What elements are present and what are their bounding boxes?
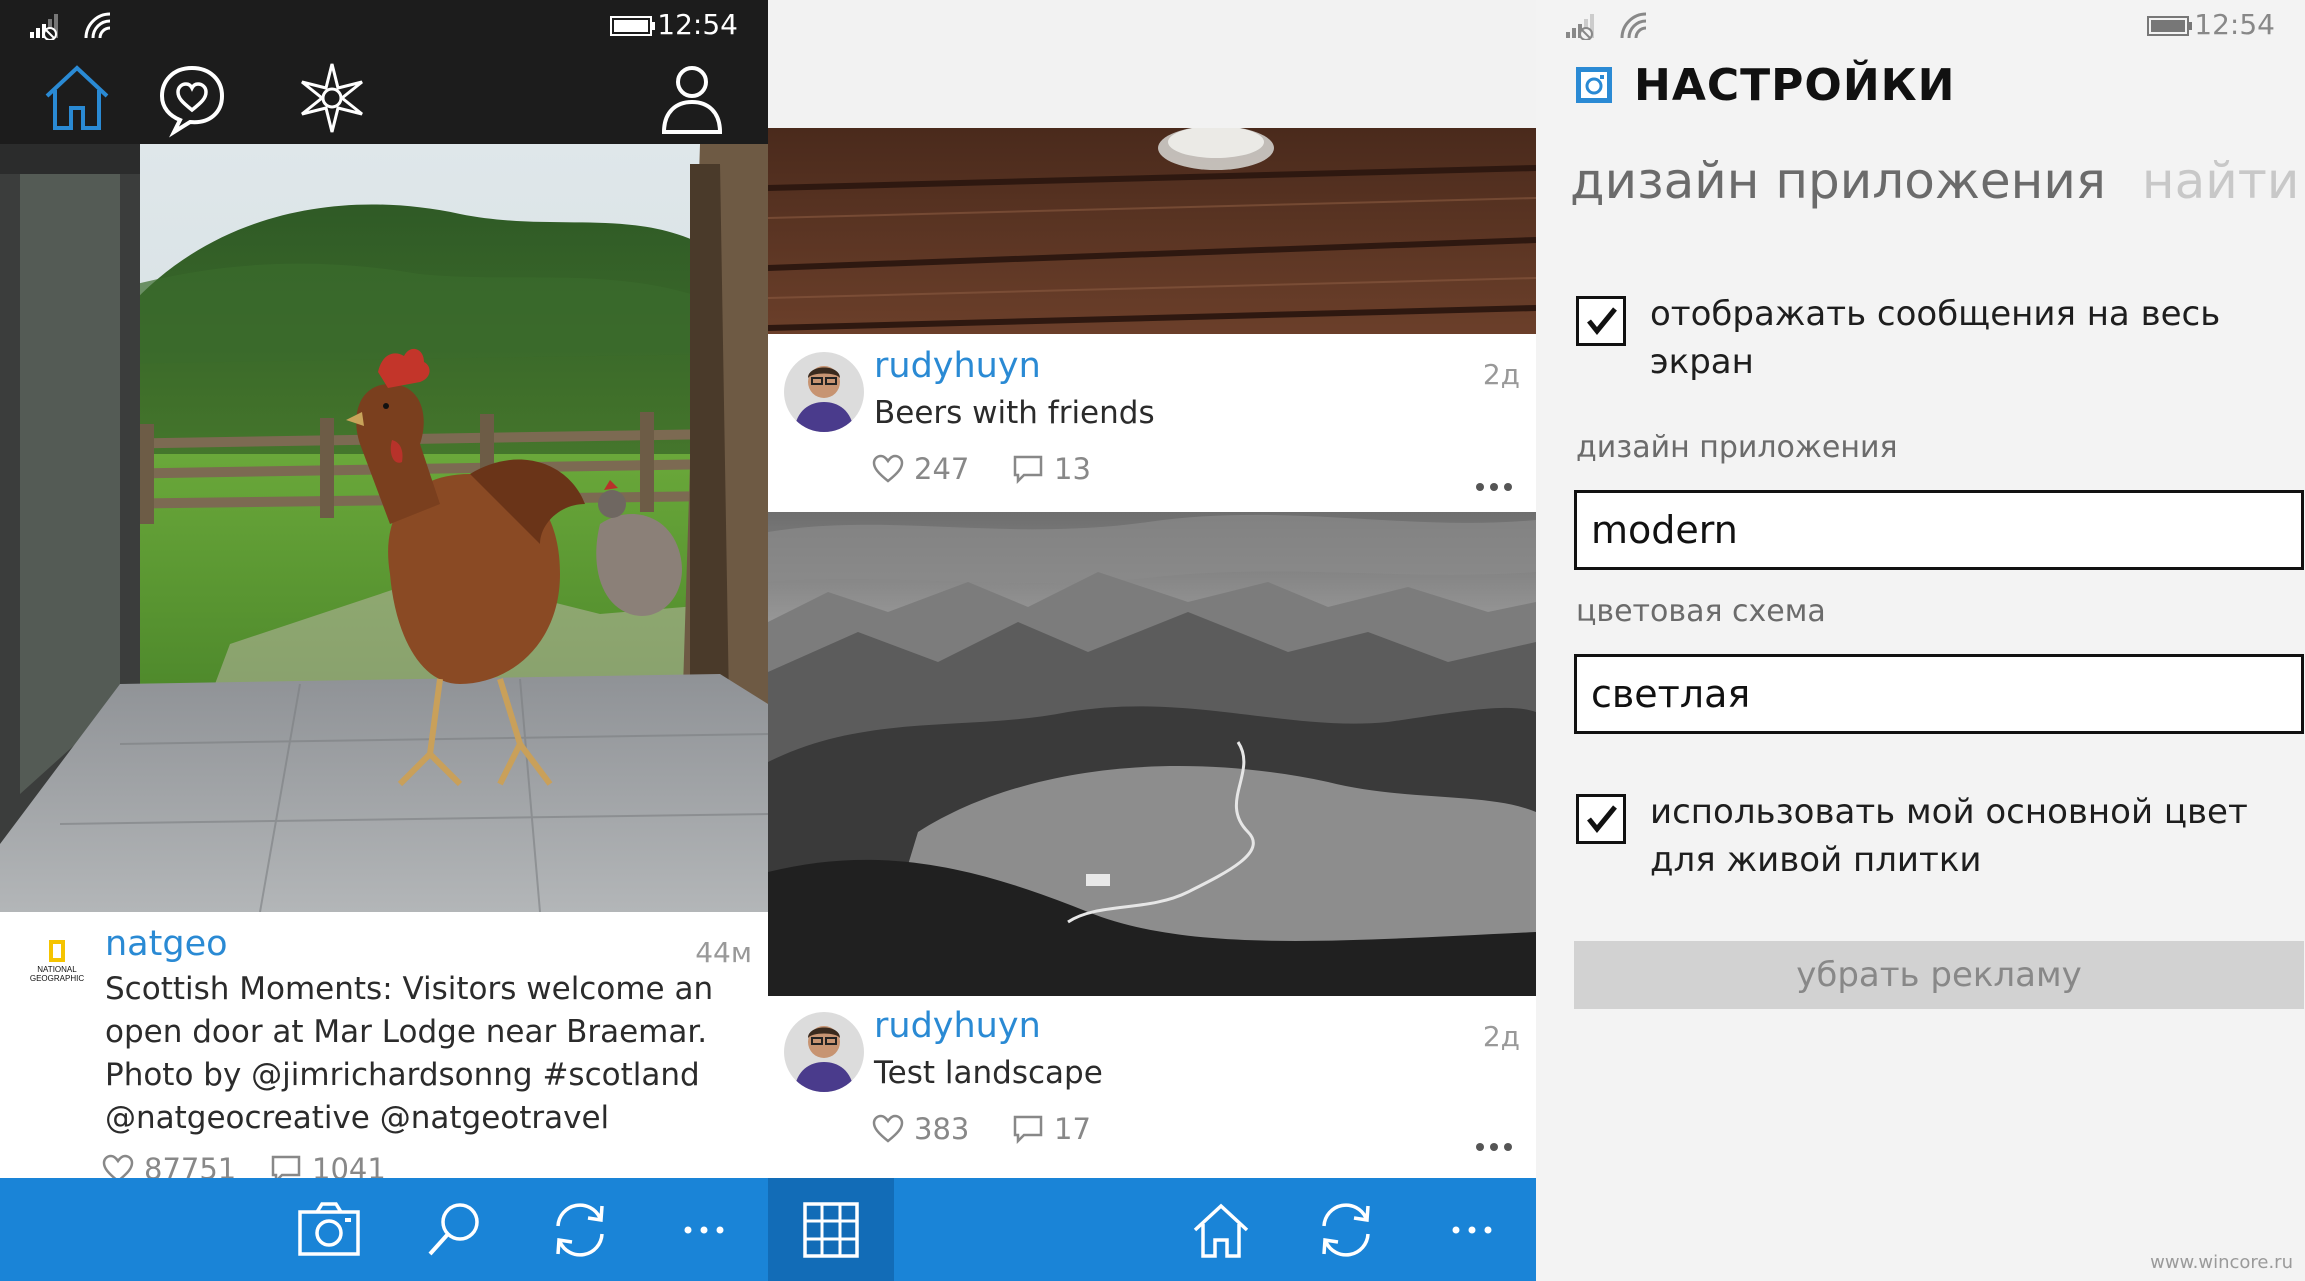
page-title: НАСТРОЙКИ (1634, 59, 1956, 111)
color-scheme-select[interactable]: светлая (1574, 654, 2304, 734)
post-details-1: rudyhuyn 2д Beers with friends 247 13 (768, 334, 1536, 512)
watermark: www.wincore.ru (2150, 1252, 2293, 1273)
like-count[interactable]: 383 (872, 1112, 969, 1146)
like-count-value: 247 (914, 452, 970, 486)
post-photo-landscape[interactable] (768, 512, 1536, 996)
comment-icon (1013, 1115, 1043, 1144)
app-design-select[interactable]: modern (1574, 490, 2304, 570)
post-photo-beers[interactable] (768, 128, 1536, 334)
header-spacer (768, 0, 1536, 128)
signal-icon (1566, 14, 1594, 40)
comment-count-value: 17 (1054, 1112, 1091, 1146)
home-icon (45, 65, 109, 130)
wifi-icon (1620, 12, 1647, 39)
explore-compass-icon (301, 63, 363, 133)
natgeo-avatar[interactable]: NATIONAL GEOGRAPHIC (22, 940, 92, 1000)
checkmark-icon (1587, 307, 1617, 335)
post-photo[interactable] (0, 144, 768, 912)
caption-line-4[interactable]: @natgeocreative @natgeotravel (105, 1097, 755, 1140)
camera-icon (298, 1202, 360, 1256)
app-bar (768, 1178, 1536, 1281)
grid-feed-screen: rudyhuyn 2д Beers with friends 247 13 ru… (768, 0, 1536, 1281)
natgeo-logo-text: NATIONAL GEOGRAPHIC (29, 965, 85, 983)
feed-screen: 12:54 NATIONAL GEOGRAPHIC natgeo 44м Sco… (0, 0, 768, 1281)
settings-header: НАСТРОЙКИ (1574, 59, 1956, 111)
pivot-tab-next[interactable]: найти др (2142, 152, 2305, 210)
post-caption: Test landscape (874, 1055, 1103, 1091)
refresh-button[interactable] (1308, 1192, 1384, 1268)
heart-icon (872, 454, 904, 483)
wifi-icon (84, 12, 111, 39)
app-bar (0, 1178, 768, 1281)
battery-icon (2147, 16, 2192, 36)
like-count-value: 383 (914, 1112, 970, 1146)
camera-button[interactable] (291, 1192, 367, 1268)
search-button[interactable] (416, 1192, 492, 1268)
more-button[interactable] (666, 1192, 742, 1268)
checkmark-icon (1587, 805, 1617, 833)
clock: 12:54 (2194, 8, 2275, 41)
caption-line-1: Scottish Moments: Visitors welcome an (105, 971, 714, 1007)
status-bar: 12:54 (0, 0, 768, 50)
live-tile-color-option[interactable]: использовать мой основной цвет для живой… (1576, 788, 2275, 884)
post-time: 2д (1482, 358, 1520, 391)
home-icon (1193, 1203, 1249, 1258)
caption-line-3[interactable]: Photo by @jimrichardsonng #scotland (105, 1054, 755, 1097)
post-time: 44м (695, 936, 752, 969)
clock: 12:54 (657, 8, 738, 41)
battery-icon (610, 16, 655, 36)
nav-home[interactable] (37, 58, 117, 138)
more-icon (1452, 1226, 1492, 1234)
app-design-label: дизайн приложения (1576, 430, 1898, 465)
status-bar: 12:54 (1536, 0, 2305, 50)
refresh-icon (556, 1203, 604, 1257)
like-count[interactable]: 247 (872, 452, 969, 486)
nav-explore[interactable] (292, 58, 372, 138)
home-button[interactable] (1183, 1192, 1259, 1268)
search-icon (428, 1203, 479, 1256)
nav-profile[interactable] (652, 58, 732, 138)
signal-icon (30, 14, 58, 40)
avatar[interactable] (784, 1012, 864, 1092)
comment-count[interactable]: 17 (1012, 1112, 1091, 1146)
post-more-icon[interactable] (1474, 1140, 1514, 1154)
pivot-tab-app-design[interactable]: дизайн приложения (1570, 152, 2106, 210)
top-navigation (0, 50, 768, 144)
post-username[interactable]: rudyhuyn (874, 1006, 1041, 1046)
fullscreen-messages-checkbox[interactable] (1576, 296, 1626, 346)
comment-icon (1013, 455, 1043, 484)
profile-icon (661, 66, 723, 134)
more-icon (684, 1226, 724, 1234)
more-button[interactable] (1434, 1192, 1510, 1268)
fullscreen-messages-option[interactable]: отображать сообщения на весь экран (1576, 290, 2275, 386)
live-tile-color-checkbox[interactable] (1576, 794, 1626, 844)
post-more-icon[interactable] (1474, 480, 1514, 494)
color-scheme-label: цветовая схема (1576, 594, 1826, 629)
post-username[interactable]: rudyhuyn (874, 346, 1041, 386)
post-username[interactable]: natgeo (105, 924, 228, 964)
live-tile-color-label: использовать мой основной цвет для живой… (1650, 792, 2248, 880)
activity-heart-icon (159, 65, 225, 138)
app-logo-icon (1576, 67, 1612, 103)
nav-activity[interactable] (152, 58, 232, 138)
fullscreen-messages-label: отображать сообщения на весь экран (1650, 294, 2221, 382)
caption-line-2: open door at Mar Lodge near Braemar. (105, 1014, 708, 1050)
post-caption: Scottish Moments: Visitors welcome an op… (105, 968, 755, 1140)
natgeo-frame-icon (49, 940, 65, 962)
avatar[interactable] (784, 352, 864, 432)
heart-icon (872, 1114, 904, 1143)
post-caption: Beers with friends (874, 395, 1155, 431)
remove-ads-button[interactable]: убрать рекламу (1574, 941, 2304, 1009)
comment-count[interactable]: 13 (1012, 452, 1091, 486)
post-time: 2д (1482, 1020, 1520, 1053)
pivot-header: дизайн приложения найти др (1570, 152, 2305, 210)
grid-view-toggle[interactable] (793, 1192, 869, 1268)
settings-screen: 12:54 НАСТРОЙКИ дизайн приложения найти д… (1536, 0, 2305, 1281)
post-details-2: rudyhuyn 2д Test landscape 383 17 (768, 996, 1536, 1178)
refresh-button[interactable] (542, 1192, 618, 1268)
grid-view-icon (803, 1202, 859, 1258)
post-details: NATIONAL GEOGRAPHIC natgeo 44м Scottish … (0, 912, 768, 1186)
refresh-icon (1322, 1203, 1370, 1257)
comment-count-value: 13 (1054, 452, 1091, 486)
